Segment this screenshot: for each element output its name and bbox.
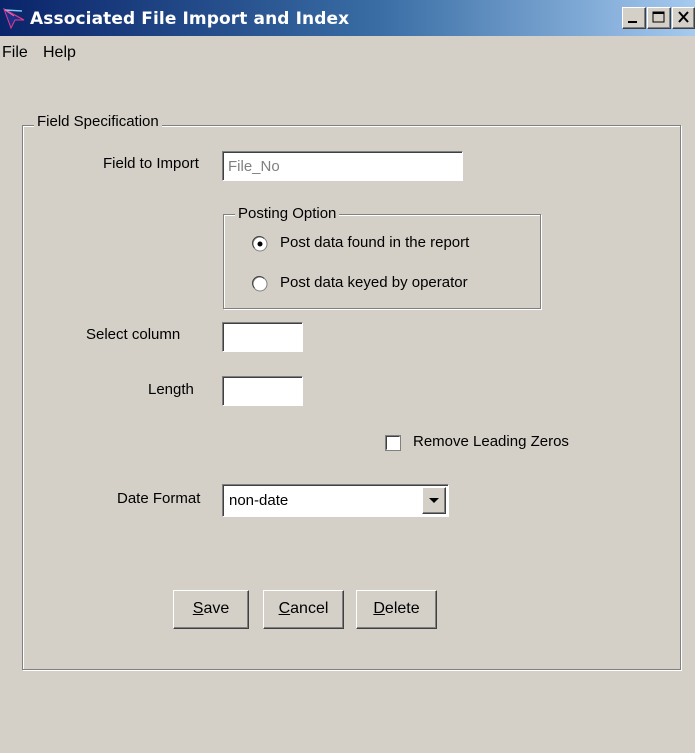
posting-option-legend: Posting Option [235, 205, 340, 222]
field-to-import-label: Field to Import [103, 155, 199, 172]
length-input[interactable] [222, 376, 303, 406]
minimize-icon [628, 21, 637, 23]
delete-button[interactable]: Delete [356, 590, 437, 629]
maximize-button[interactable] [647, 7, 671, 29]
save-button[interactable]: Save [173, 590, 249, 629]
posting-option-group [223, 214, 541, 309]
menu-bar: File Help [0, 40, 695, 66]
cancel-button[interactable]: Cancel [263, 590, 344, 629]
window-title: Associated File Import and Index [30, 9, 350, 29]
field-specification-legend: Field Specification [34, 113, 162, 130]
select-column-input[interactable] [222, 322, 303, 352]
close-button[interactable] [672, 7, 695, 29]
date-format-label: Date Format [117, 490, 201, 507]
post-operator-label[interactable]: Post data keyed by operator [280, 274, 468, 291]
close-icon [678, 11, 689, 23]
app-icon [3, 7, 25, 30]
post-report-label[interactable]: Post data found in the report [280, 234, 469, 251]
maximize-icon [652, 11, 665, 23]
dropdown-button[interactable] [422, 487, 446, 514]
date-format-select[interactable]: non-date [222, 484, 449, 517]
field-to-import-input[interactable] [222, 151, 463, 181]
menu-help[interactable]: Help [43, 44, 76, 62]
remove-zeros-label[interactable]: Remove Leading Zeros [413, 433, 569, 450]
radio-dot [257, 241, 263, 247]
chevron-down-icon [429, 498, 439, 503]
length-label: Length [148, 381, 194, 398]
minimize-button[interactable] [622, 7, 646, 29]
field-specification-group [22, 125, 681, 670]
radio-post-operator[interactable] [252, 276, 268, 292]
remove-zeros-checkbox[interactable] [385, 435, 401, 451]
title-bar[interactable]: Associated File Import and Index [0, 0, 695, 36]
menu-file[interactable]: File [2, 44, 28, 62]
radio-post-report[interactable] [252, 236, 268, 252]
select-column-label: Select column [86, 326, 181, 343]
date-format-value: non-date [229, 492, 289, 509]
